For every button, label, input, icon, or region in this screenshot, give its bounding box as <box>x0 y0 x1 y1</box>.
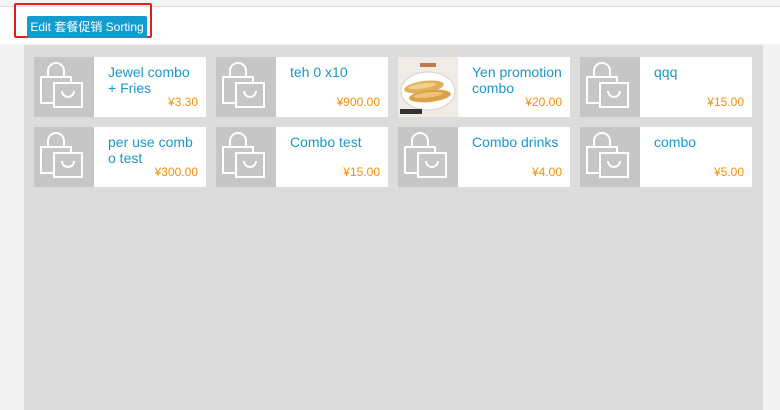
shopping-bag-icon <box>580 57 640 117</box>
combo-card[interactable]: Jewel combo + Fries ¥3.30 <box>34 57 206 117</box>
combo-name: Combo test <box>290 134 362 150</box>
combo-price: ¥900.00 <box>336 95 380 109</box>
combo-name: Combo drinks <box>472 134 559 150</box>
combo-card[interactable]: per use combo test ¥300.00 <box>34 127 206 187</box>
shopping-bag-icon <box>398 127 458 187</box>
edit-sorting-button[interactable]: Edit 套餐促销 Sorting <box>27 16 147 38</box>
combo-price: ¥4.00 <box>531 165 562 179</box>
combo-price: ¥20.00 <box>525 95 562 109</box>
shopping-bag-icon <box>34 57 94 117</box>
shopping-bag-icon <box>580 127 640 187</box>
combo-price: ¥15.00 <box>343 165 380 179</box>
combo-card[interactable]: Combo drinks ¥4.00 <box>398 127 570 187</box>
combo-list-panel: Jewel combo + Fries ¥3.30 teh 0 x10 ¥900… <box>24 45 763 410</box>
shopping-bag-icon <box>34 127 94 187</box>
combo-card[interactable]: Yen promotion combo ¥20.00 <box>398 57 570 117</box>
combo-price: ¥15.00 <box>707 95 744 109</box>
combo-name: per use combo test <box>108 134 193 166</box>
combo-card[interactable]: qqq ¥15.00 <box>580 57 752 117</box>
combo-name: teh 0 x10 <box>290 64 348 80</box>
combo-price: ¥3.30 <box>167 95 198 109</box>
combo-card[interactable]: Combo test ¥15.00 <box>216 127 388 187</box>
combo-card[interactable]: teh 0 x10 ¥900.00 <box>216 57 388 117</box>
combo-card[interactable]: combo ¥5.00 <box>580 127 752 187</box>
bread-photo <box>398 57 458 117</box>
combo-price: ¥5.00 <box>713 165 744 179</box>
shopping-bag-icon <box>216 57 276 117</box>
combo-name: qqq <box>654 64 678 80</box>
combo-name: Yen promotion combo <box>472 64 562 96</box>
shopping-bag-icon <box>216 127 276 187</box>
combo-name: combo <box>654 134 697 150</box>
combo-price: ¥300.00 <box>154 165 198 179</box>
combo-name: Jewel combo + Fries <box>108 64 190 96</box>
